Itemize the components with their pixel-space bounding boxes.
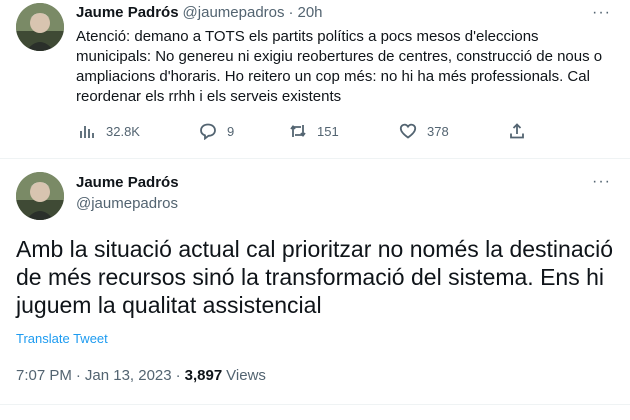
avatar-photo	[16, 172, 64, 220]
retweet-arrows-icon	[290, 125, 306, 137]
tweet-divider	[0, 404, 630, 405]
tweet-date[interactable]: Jan 13, 2023	[85, 367, 172, 384]
like-action[interactable]: 378	[399, 122, 449, 140]
bar-chart-icon	[80, 126, 94, 138]
main-tweet-text: Amb la situació actual cal prioritzar no…	[16, 236, 614, 318]
reply-tweet-header: Jaume Padrós @jaumepadros · 20h	[76, 4, 323, 21]
like-count: 378	[427, 123, 449, 139]
separator-dot: ·	[175, 367, 181, 384]
separator-dot: ·	[288, 4, 294, 21]
tweet-divider	[0, 158, 630, 159]
tweet-meta: 7:07 PM · Jan 13, 2023 · 3,897 Views	[16, 367, 266, 384]
retweet-action[interactable]: 151	[289, 122, 339, 140]
speech-bubble-icon	[200, 123, 216, 140]
views-count: 3,897	[184, 367, 223, 384]
translate-tweet-link[interactable]: Translate Tweet	[16, 331, 108, 346]
views-label: Views	[226, 367, 266, 384]
heart-icon	[399, 123, 417, 139]
avatar-photo	[16, 3, 64, 51]
reply-count: 9	[227, 123, 235, 139]
views-action[interactable]: 32.8K	[78, 122, 140, 140]
reply-tweet-text: Atenció: demano a TOTS els partits polít…	[76, 28, 603, 105]
avatar[interactable]	[16, 172, 64, 220]
author-name[interactable]: Jaume Padrós	[76, 174, 179, 191]
retweet-count: 151	[317, 123, 339, 139]
author-handle[interactable]: @jaumepadros	[76, 195, 178, 212]
share-upload-icon	[510, 123, 524, 139]
tweet-age[interactable]: 20h	[298, 4, 323, 21]
reply-tweet-actions: 32.8K 9 151 378	[76, 122, 526, 144]
tweet-time[interactable]: 7:07 PM	[16, 367, 72, 384]
reply-action[interactable]: 9	[199, 122, 234, 140]
separator-dot: ·	[75, 367, 81, 384]
views-count: 32.8K	[106, 123, 140, 139]
more-dots-icon[interactable]: ···	[592, 5, 611, 21]
author-handle[interactable]: @jaumepadros	[183, 4, 285, 21]
more-dots-icon[interactable]: ···	[592, 174, 611, 190]
share-action[interactable]	[508, 122, 526, 140]
author-name[interactable]: Jaume Padrós	[76, 4, 179, 21]
avatar[interactable]	[16, 3, 64, 51]
